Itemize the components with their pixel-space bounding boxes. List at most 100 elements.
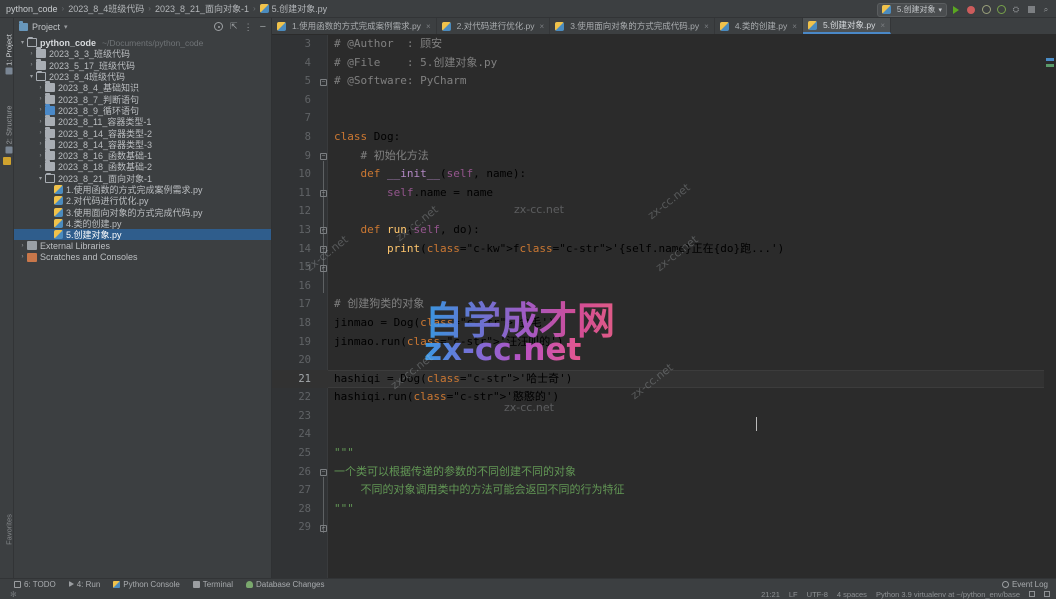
- editor-tab-1[interactable]: 2.对代码进行优化.py ×: [437, 18, 551, 34]
- close-icon[interactable]: ×: [426, 22, 431, 31]
- branch-icon[interactable]: [1029, 591, 1035, 597]
- bottom-item-python-console[interactable]: Python Console: [113, 580, 180, 589]
- close-icon[interactable]: ×: [792, 22, 797, 31]
- chevron-right-icon[interactable]: ›: [18, 254, 27, 260]
- gear-icon[interactable]: [214, 22, 224, 31]
- debug-icon[interactable]: [965, 4, 977, 16]
- chevron-right-icon[interactable]: ›: [36, 96, 45, 102]
- collapse-all-icon[interactable]: ⇱: [230, 21, 237, 32]
- editor-tab-4[interactable]: 5.创建对象.py ×: [802, 18, 892, 34]
- tree-item-18[interactable]: › External Libraries: [14, 240, 271, 251]
- code-line-12[interactable]: 12: [272, 202, 1056, 221]
- code-line-23[interactable]: 23: [272, 407, 1056, 426]
- chevron-right-icon[interactable]: ›: [27, 51, 36, 57]
- breadcrumb-item-project[interactable]: python_code: [6, 4, 58, 14]
- chevron-right-icon[interactable]: ›: [27, 62, 36, 68]
- code-line-25[interactable]: 25 """: [272, 444, 1056, 463]
- code-line-4[interactable]: 4 # @File : 5.创建对象.py: [272, 54, 1056, 73]
- close-icon[interactable]: ×: [880, 21, 885, 30]
- build-icon[interactable]: ⛭: [1010, 4, 1022, 16]
- chevron-right-icon[interactable]: ›: [36, 119, 45, 125]
- bottom-item-todo[interactable]: 6: TODO: [14, 580, 56, 589]
- breadcrumb-item-folder-1[interactable]: 2023_8_4班级代码: [68, 2, 144, 15]
- scrollbar-marker[interactable]: [1046, 58, 1054, 61]
- code-line-22[interactable]: 22 hashiqi.run(class="c-str">'憨憨的'): [272, 388, 1056, 407]
- bottom-item-database-changes[interactable]: Database Changes: [246, 580, 325, 589]
- code-editor[interactable]: − − − ⌐ − ⌐ − ⌐ 3 # @Author : 顾安 4 # @File …: [272, 35, 1056, 578]
- project-file-tree[interactable]: ▾ python_code ~/Documents/python_code › 2023…: [14, 35, 271, 263]
- event-log-button[interactable]: Event Log: [1001, 580, 1048, 589]
- bottom-item-terminal[interactable]: Terminal: [192, 579, 234, 589]
- code-line-13[interactable]: 13 def run(self, do):: [272, 221, 1056, 240]
- breadcrumb-item-file[interactable]: 5.创建对象.py: [272, 2, 328, 15]
- line-separator[interactable]: LF: [789, 590, 798, 599]
- editor-tab-0[interactable]: 1.使用函数的方式完成案例需求.py ×: [272, 18, 437, 34]
- code-line-29[interactable]: 29: [272, 518, 1056, 537]
- stop-icon[interactable]: [1025, 4, 1037, 16]
- code-line-3[interactable]: 3 # @Author : 顾安: [272, 35, 1056, 54]
- chevron-right-icon[interactable]: ›: [36, 141, 45, 147]
- scrollbar-marker[interactable]: [1046, 64, 1054, 67]
- chevron-right-icon[interactable]: ›: [36, 153, 45, 159]
- code-content[interactable]: 3 # @Author : 顾安 4 # @File : 5.创建对象.py 5 # @S…: [272, 35, 1056, 578]
- breadcrumb-item-folder-2[interactable]: 2023_8_21_面向对象-1: [155, 2, 249, 15]
- tree-item-4[interactable]: › 2023_8_4_基础知识: [14, 81, 271, 93]
- python-interpreter[interactable]: Python 3.9 virtualenv at ~/python_env/ba…: [876, 590, 1020, 599]
- hide-icon[interactable]: −: [260, 21, 266, 32]
- chevron-down-icon[interactable]: ▾: [36, 175, 45, 182]
- bottom-item-terminal-label: Terminal: [202, 579, 234, 589]
- run-icon[interactable]: [950, 4, 962, 16]
- run-configuration-selector[interactable]: 5.创建对象 ▾: [876, 2, 947, 17]
- tree-item-5[interactable]: › 2023_8_7_判断语句: [14, 92, 271, 105]
- code-line-27[interactable]: 27 不同的对象调用类中的方法可能会返回不同的行为特征: [272, 481, 1056, 500]
- chevron-down-icon[interactable]: ▾: [27, 73, 36, 80]
- code-line-5[interactable]: 5 # @Software: PyCharm: [272, 72, 1056, 91]
- tree-item-15[interactable]: ·3.使用面向对象的方式完成代码.py: [14, 206, 271, 218]
- lock-icon[interactable]: [1044, 591, 1050, 597]
- chevron-down-icon[interactable]: ▾: [64, 23, 68, 31]
- code-line-10[interactable]: 10 def __init__(self, name):: [272, 165, 1056, 184]
- code-line-15[interactable]: 15: [272, 258, 1056, 277]
- editor-tab-bar[interactable]: 1.使用函数的方式完成案例需求.py × 2.对代码进行优化.py × 3.使用面向对象…: [272, 18, 1056, 35]
- coverage-icon[interactable]: [980, 4, 992, 16]
- code-line-20[interactable]: 20: [272, 351, 1056, 370]
- chevron-right-icon[interactable]: ›: [36, 164, 45, 170]
- code-line-26[interactable]: 26 一个类可以根据传递的参数的不同创建不同的对象: [272, 463, 1056, 482]
- code-line-8[interactable]: 8 class Dog:: [272, 128, 1056, 147]
- code-line-21[interactable]: 21 hashiqi = Dog(class="c-str">'哈士奇'): [272, 369, 1056, 389]
- code-line-24[interactable]: 24: [272, 425, 1056, 444]
- tree-item-3[interactable]: ▾ 2023_8_4班级代码: [14, 71, 271, 82]
- chevron-right-icon[interactable]: ›: [36, 107, 45, 113]
- code-line-19[interactable]: 19 jinmao.run(class="c-str">'汪汪叫的'): [272, 333, 1056, 352]
- editor-scrollbar[interactable]: [1044, 52, 1056, 578]
- more-options-icon[interactable]: ⋮: [244, 22, 253, 31]
- close-icon[interactable]: ×: [704, 22, 709, 31]
- code-line-6[interactable]: 6: [272, 91, 1056, 110]
- favorites-icon[interactable]: [3, 157, 11, 165]
- chevron-right-icon[interactable]: ›: [18, 243, 27, 249]
- editor-tab-2[interactable]: 3.使用面向对象的方式完成代码.py ×: [550, 18, 715, 34]
- chevron-down-icon[interactable]: ▾: [18, 39, 27, 46]
- tree-item-17[interactable]: · 5.创建对象.py: [14, 229, 271, 241]
- close-icon[interactable]: ×: [540, 22, 545, 31]
- tree-item-16[interactable]: ·4.类的创建.py: [14, 218, 271, 229]
- bottom-item-run[interactable]: 4: Run: [68, 580, 100, 589]
- line-number: 5: [304, 75, 311, 88]
- caret-position[interactable]: 21:21: [761, 590, 780, 599]
- code-line-7[interactable]: 7: [272, 109, 1056, 128]
- code-line-16[interactable]: 16: [272, 277, 1056, 296]
- code-line-11[interactable]: 11 self.name = name: [272, 184, 1056, 203]
- code-line-17[interactable]: 17 # 创建狗类的对象: [272, 295, 1056, 314]
- tree-item-19[interactable]: › Scratches and Consoles: [14, 252, 271, 263]
- editor-tab-3[interactable]: 4.类的创建.py ×: [715, 18, 803, 34]
- chevron-right-icon[interactable]: ›: [36, 85, 45, 91]
- chevron-right-icon[interactable]: ›: [36, 130, 45, 136]
- profile-icon[interactable]: [995, 4, 1007, 16]
- file-encoding[interactable]: UTF-8: [807, 590, 828, 599]
- code-line-9[interactable]: 9 # 初始化方法: [272, 147, 1056, 166]
- code-line-18[interactable]: 18 jinmao = Dog(class="c-str">'金毛'): [272, 314, 1056, 333]
- code-line-14[interactable]: 14 print(class="c-kw">fclass="c-str">'{s…: [272, 240, 1056, 259]
- search-icon[interactable]: ⌕: [1040, 4, 1052, 16]
- code-line-28[interactable]: 28 """: [272, 500, 1056, 519]
- indent-setting[interactable]: 4 spaces: [837, 590, 867, 599]
